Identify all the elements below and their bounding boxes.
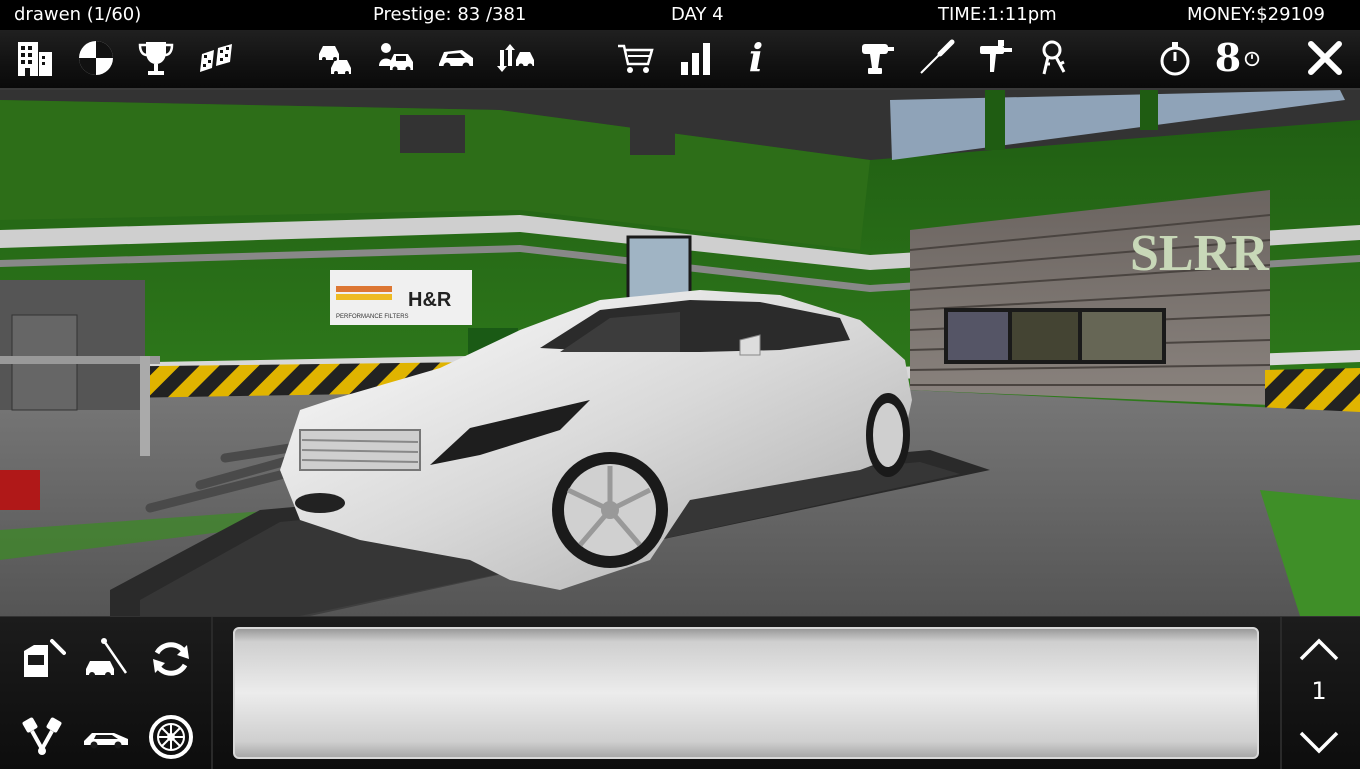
player-name: drawen (1/60) <box>14 4 142 25</box>
used-car-icon[interactable] <box>433 35 479 81</box>
refresh-icon[interactable] <box>145 633 197 685</box>
stopwatch-icon[interactable] <box>1152 35 1198 81</box>
engine-pistons-icon[interactable] <box>16 711 68 763</box>
door-repair-icon[interactable] <box>16 633 68 685</box>
world-map-icon[interactable] <box>73 35 119 81</box>
car-dealer-icon[interactable] <box>373 35 419 81</box>
wheel-icon[interactable] <box>145 711 197 763</box>
car-body-icon[interactable] <box>80 711 132 763</box>
race-flags-icon[interactable] <box>193 35 239 81</box>
trophy-icon[interactable] <box>133 35 179 81</box>
garage-scene[interactable]: SLRR H&R PERFORMANCE FILTERS <box>0 90 1360 616</box>
banner-text: H&R <box>408 289 452 311</box>
scroll-down-button[interactable] <box>1296 723 1342 763</box>
garage-cars-icon[interactable] <box>312 35 358 81</box>
status-bar: drawen (1/60) Prestige: 83 /381 DAY 4 TI… <box>0 0 1360 30</box>
shopping-cart-icon[interactable] <box>613 35 659 81</box>
screwdriver-icon[interactable] <box>913 35 959 81</box>
chevron-up-icon <box>1299 638 1339 661</box>
paint-gun-icon[interactable] <box>973 35 1019 81</box>
bottom-panel: 1 <box>0 616 1360 769</box>
garage-viewport: SLRR H&R PERFORMANCE FILTERS <box>0 90 1360 616</box>
garage-sign: SLRR <box>1130 225 1270 282</box>
info-box <box>233 627 1259 759</box>
car-tune-icon[interactable] <box>80 633 132 685</box>
buildings-icon[interactable] <box>12 35 58 81</box>
time-display: TIME:1:11pm <box>938 4 1057 25</box>
info-icon[interactable]: i <box>733 35 779 81</box>
day-counter: DAY 4 <box>671 4 724 25</box>
scroll-up-button[interactable] <box>1296 629 1342 669</box>
car-trade-icon[interactable] <box>493 35 539 81</box>
stats-bars-icon[interactable] <box>673 35 719 81</box>
panel-divider-right <box>1280 617 1282 769</box>
quarter-mile-timer-icon[interactable]: 8 <box>1212 35 1264 81</box>
close-icon[interactable] <box>1302 35 1348 81</box>
money-display: MONEY:$29109 <box>1187 4 1325 25</box>
panel-divider-left <box>211 617 213 769</box>
main-toolbar: i 8 <box>0 30 1360 90</box>
drill-icon[interactable] <box>853 35 899 81</box>
keys-icon[interactable] <box>1033 35 1079 81</box>
page-number: 1 <box>1311 677 1327 705</box>
banner-subtext: PERFORMANCE FILTERS <box>336 314 409 320</box>
chevron-down-icon <box>1299 731 1339 754</box>
prestige-counter: Prestige: 83 /381 <box>373 4 527 25</box>
